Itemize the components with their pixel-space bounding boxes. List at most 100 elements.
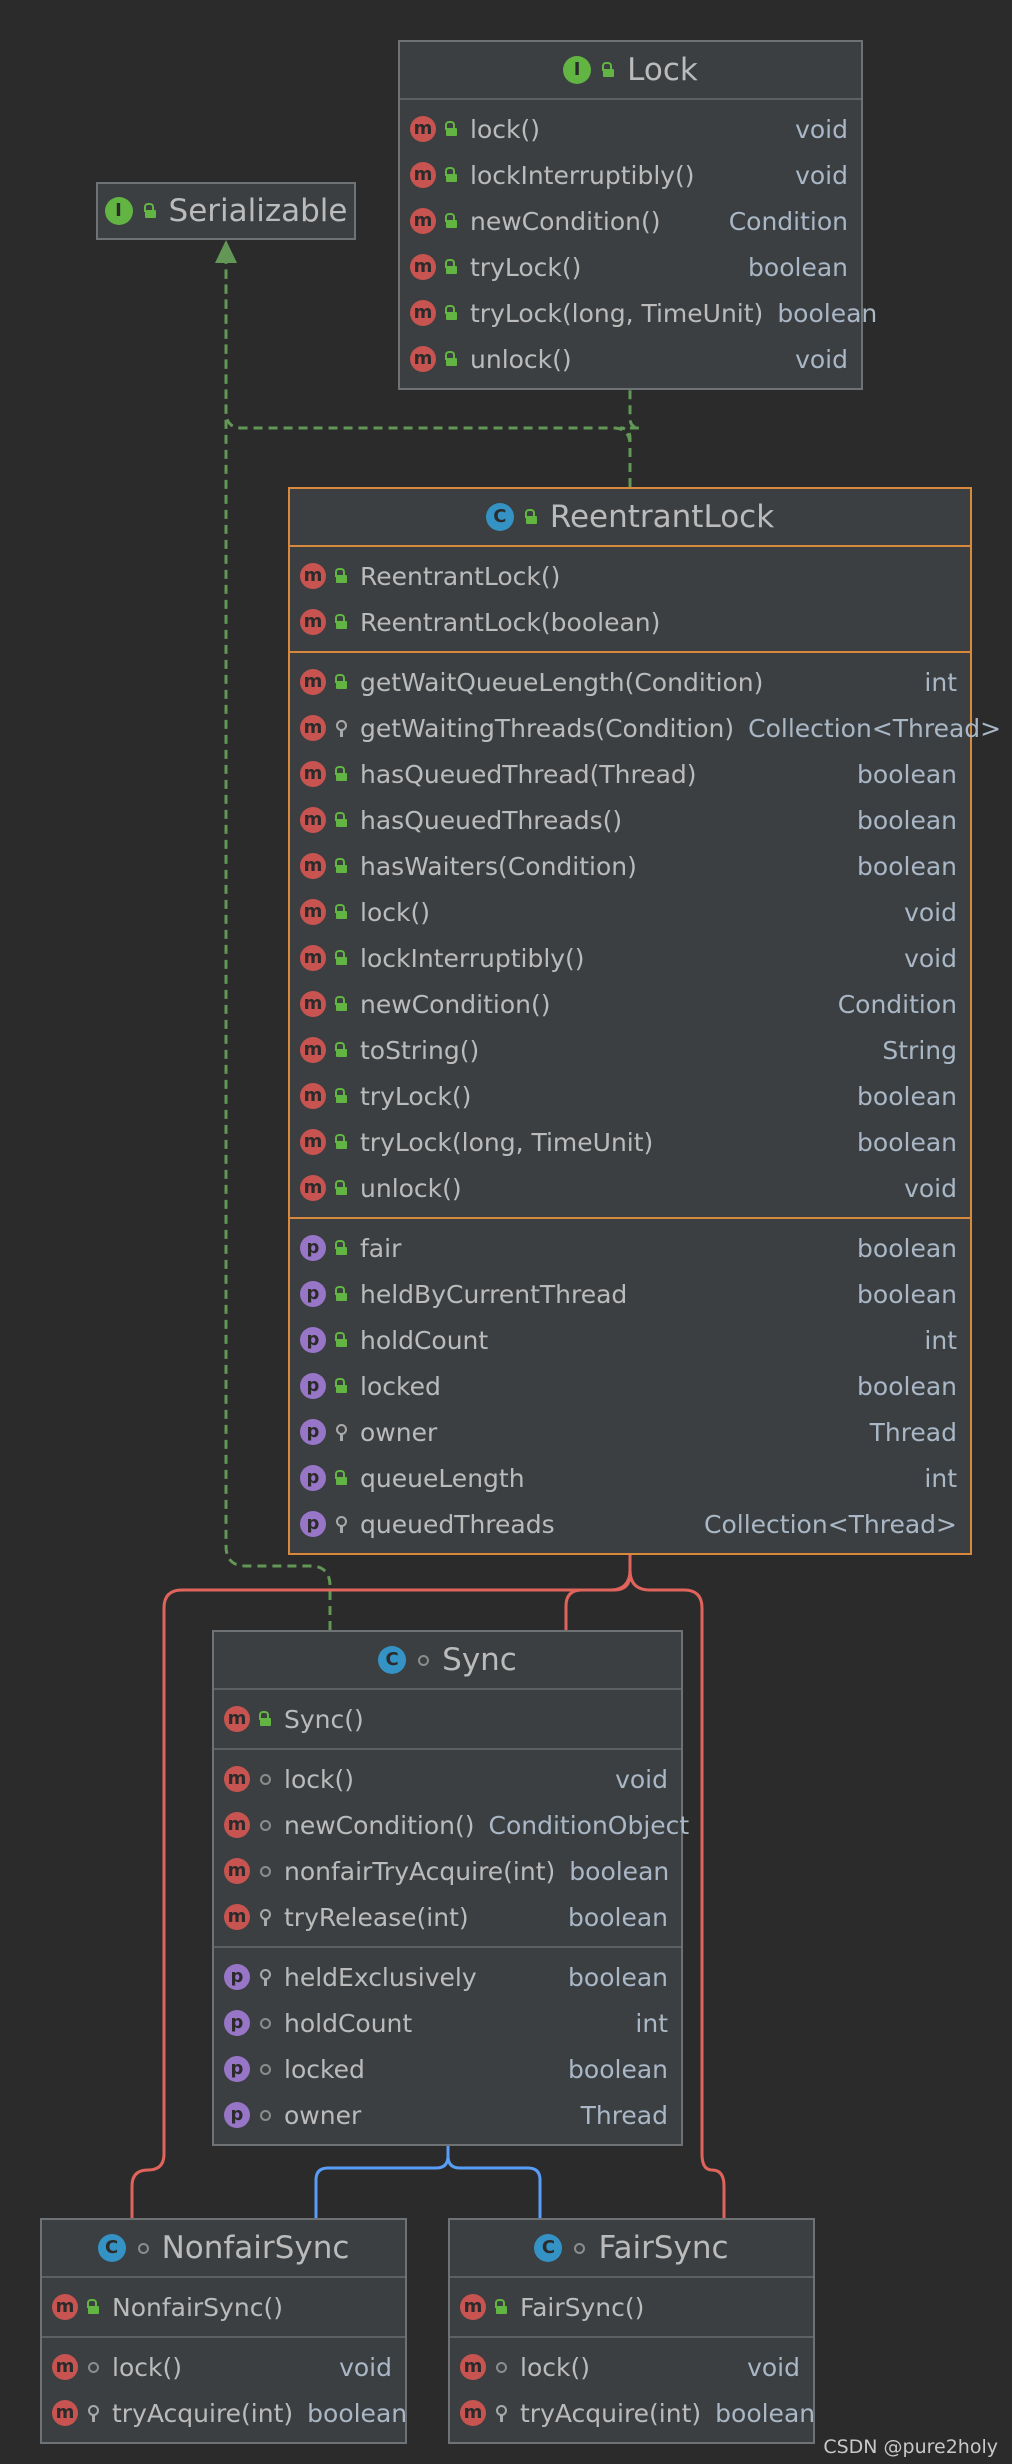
property-row[interactable]: p owner Thread [214, 2092, 681, 2138]
visibility-icon [572, 2240, 586, 2256]
class-header[interactable]: C ReentrantLock [290, 489, 970, 545]
method-row[interactable]: m newCondition() ConditionObject [214, 1802, 689, 1848]
package-dot-icon [258, 1817, 272, 1833]
package-dot-icon [258, 2015, 272, 2031]
method-row[interactable]: m newCondition() Condition [290, 981, 970, 1027]
method-icon: m [300, 945, 326, 971]
class-node-serializable[interactable]: I Serializable [96, 182, 356, 240]
class-header[interactable]: C Sync [214, 1632, 681, 1688]
method-icon: m [410, 208, 436, 234]
member-name: lock() [360, 897, 430, 927]
public-lock-icon [334, 1378, 348, 1394]
visibility-icon [524, 509, 538, 525]
member-name: lock() [520, 2352, 590, 2382]
method-icon: m [52, 2400, 78, 2426]
method-row[interactable]: m hasQueuedThreads() boolean [290, 797, 970, 843]
method-row[interactable]: m tryAcquire(int) boolean [42, 2390, 407, 2436]
method-row[interactable]: m unlock() void [290, 1165, 970, 1211]
method-row[interactable]: m unlock() void [400, 336, 861, 382]
property-row[interactable]: p queueLength int [290, 1455, 970, 1501]
method-icon: m [410, 346, 436, 372]
method-icon: m [224, 1766, 250, 1792]
class-node-reentrantlock[interactable]: C ReentrantLock m ReentrantLock() m Reentrant… [288, 487, 1001, 1555]
method-row[interactable]: m getWaitQueueLength(Condition) int [290, 659, 970, 705]
method-row[interactable]: m newCondition() Condition [400, 198, 861, 244]
property-row[interactable]: p heldByCurrentThread boolean [290, 1271, 970, 1317]
property-row[interactable]: p locked boolean [214, 2046, 681, 2092]
watermark: CSDN @pure2holy [823, 2436, 998, 2458]
visibility-icon [416, 1652, 430, 1668]
member-type: boolean [857, 1081, 957, 1111]
member-type: void [747, 2352, 800, 2382]
member-type: void [904, 943, 957, 973]
class-node-fairsync[interactable]: C FairSync m FairSync() m lock() void m tryAcqui… [448, 2218, 815, 2444]
member-type: Thread [580, 2100, 668, 2130]
member-section: m FairSync() [450, 2276, 813, 2336]
method-icon: m [300, 1129, 326, 1155]
private-key-icon [334, 1424, 348, 1441]
member-type: boolean [568, 2054, 668, 2084]
class-icon: C [97, 2234, 126, 2262]
method-row[interactable]: m ReentrantLock() [290, 553, 970, 599]
method-row[interactable]: m lock() void [290, 889, 970, 935]
member-section: p heldExclusively boolean p holdCount int p loc… [214, 1946, 681, 2144]
method-row[interactable]: m lock() void [214, 1756, 681, 1802]
method-row[interactable]: m getWaitingThreads(Condition) Collection<… [290, 705, 1001, 751]
method-row[interactable]: m lock() void [400, 106, 861, 152]
method-row[interactable]: m nonfairTryAcquire(int) boolean [214, 1848, 681, 1894]
method-row[interactable]: m toString() String [290, 1027, 970, 1073]
public-lock-icon [444, 121, 458, 137]
property-row[interactable]: p owner Thread [290, 1409, 970, 1455]
method-row[interactable]: m lock() void [42, 2344, 405, 2390]
method-row[interactable]: m FairSync() [450, 2284, 813, 2330]
method-row[interactable]: m tryRelease(int) boolean [214, 1894, 681, 1940]
property-row[interactable]: p queuedThreads Collection<Thread> [290, 1501, 970, 1547]
method-row[interactable]: m tryLock(long, TimeUnit) boolean [290, 1119, 970, 1165]
public-lock-icon [334, 996, 348, 1012]
class-node-lock[interactable]: I Lock m lock() void m lockInterruptibly() void… [398, 40, 877, 390]
method-icon: m [224, 1904, 250, 1930]
property-row[interactable]: p holdCount int [214, 2000, 681, 2046]
member-type: int [924, 1463, 957, 1493]
member-type: String [882, 1035, 957, 1065]
property-icon: p [224, 1964, 250, 1990]
member-name: newCondition() [284, 1810, 475, 1840]
method-icon: m [300, 899, 326, 925]
member-name: NonfairSync() [112, 2292, 283, 2322]
method-row[interactable]: m tryLock(long, TimeUnit) boolean [400, 290, 877, 336]
member-type: boolean [857, 1371, 957, 1401]
visibility-icon [601, 62, 615, 78]
public-lock-icon [444, 259, 458, 275]
class-header[interactable]: C NonfairSync [42, 2220, 405, 2276]
class-header[interactable]: C FairSync [450, 2220, 813, 2276]
public-lock-icon [444, 305, 458, 321]
class-node-nonfairsync[interactable]: C NonfairSync m NonfairSync() m lock() void m tr… [40, 2218, 407, 2444]
property-icon: p [300, 1419, 326, 1445]
member-type: boolean [857, 1279, 957, 1309]
class-icon: C [534, 2234, 563, 2262]
class-header[interactable]: I Lock [400, 42, 861, 98]
method-row[interactable]: m NonfairSync() [42, 2284, 405, 2330]
method-row[interactable]: m hasQueuedThread(Thread) boolean [290, 751, 970, 797]
method-row[interactable]: m lockInterruptibly() void [290, 935, 970, 981]
method-row[interactable]: m tryAcquire(int) boolean [450, 2390, 815, 2436]
method-row[interactable]: m ReentrantLock(boolean) [290, 599, 970, 645]
method-row[interactable]: m tryLock() boolean [400, 244, 861, 290]
member-type: boolean [857, 1233, 957, 1263]
method-row[interactable]: m Sync() [214, 1696, 681, 1742]
class-header[interactable]: I Serializable [98, 184, 354, 238]
property-row[interactable]: p locked boolean [290, 1363, 970, 1409]
public-lock-icon [444, 213, 458, 229]
class-node-sync[interactable]: C Sync m Sync() m lock() void m newCondition() Co… [212, 1630, 689, 2146]
property-row[interactable]: p holdCount int [290, 1317, 970, 1363]
method-row[interactable]: m tryLock() boolean [290, 1073, 970, 1119]
method-icon: m [300, 1175, 326, 1201]
method-row[interactable]: m lockInterruptibly() void [400, 152, 861, 198]
method-row[interactable]: m lock() void [450, 2344, 813, 2390]
method-row[interactable]: m hasWaiters(Condition) boolean [290, 843, 970, 889]
method-icon: m [300, 563, 326, 589]
property-row[interactable]: p fair boolean [290, 1225, 970, 1271]
property-row[interactable]: p heldExclusively boolean [214, 1954, 681, 2000]
public-lock-icon [444, 351, 458, 367]
member-type: int [635, 2008, 668, 2038]
